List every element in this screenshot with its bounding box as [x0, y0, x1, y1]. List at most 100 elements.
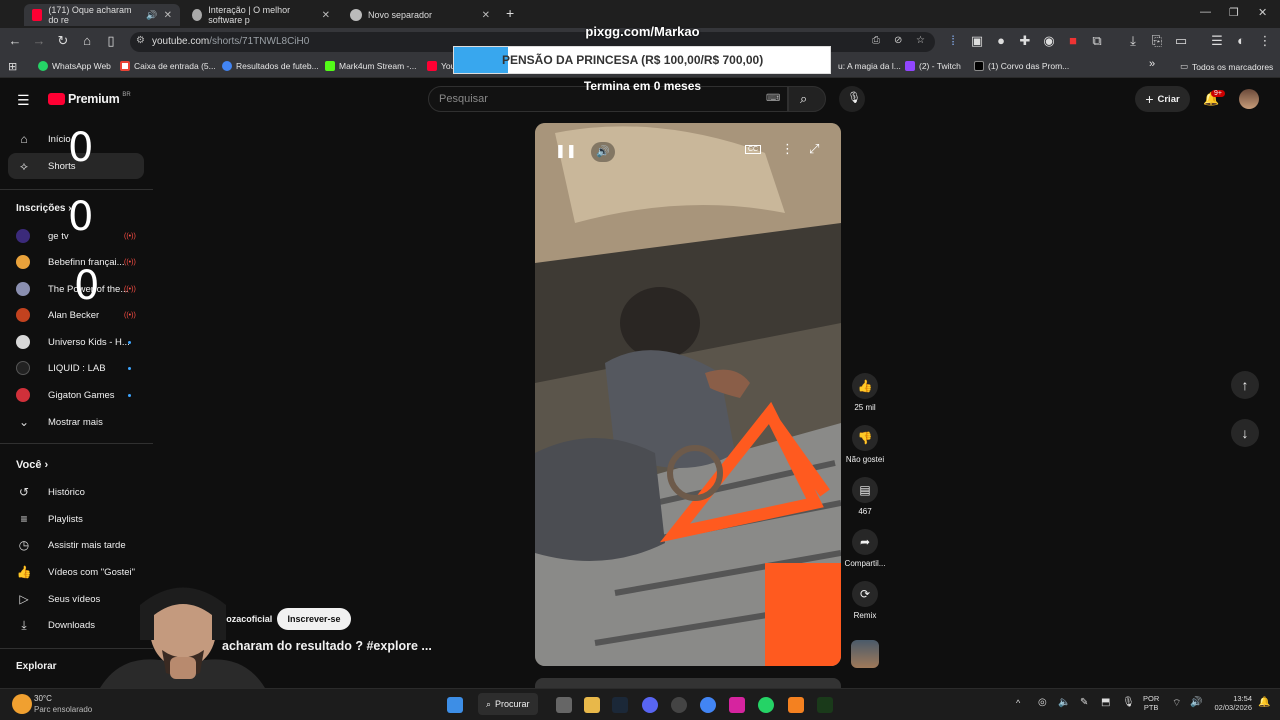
obs-icon[interactable]: [671, 697, 687, 713]
discord-tray-icon[interactable]: ◎: [1038, 697, 1047, 708]
remix-button[interactable]: ⟳ Remix: [844, 581, 886, 620]
captions-icon[interactable]: CC: [745, 145, 762, 154]
clock[interactable]: 13:54 02/03/2026: [1210, 694, 1252, 712]
speaker-icon[interactable]: 🔊: [146, 10, 157, 21]
account-avatar[interactable]: [1239, 89, 1259, 109]
youtube-premium-logo[interactable]: Premium BR: [48, 92, 131, 106]
shield-tray-icon[interactable]: ⬒: [1101, 697, 1110, 708]
you-heading[interactable]: Você ›: [16, 459, 48, 471]
translate-icon[interactable]: ⁞: [945, 33, 961, 49]
discord-icon[interactable]: [642, 697, 658, 713]
bookmark-twitch[interactable]: (2) - Twitch: [905, 61, 961, 71]
show-more-item[interactable]: ⌄ Mostrar mais: [16, 412, 103, 432]
subscription-item[interactable]: Universo Kids - H...: [16, 332, 131, 352]
home-icon[interactable]: ⌂: [79, 33, 95, 49]
sidebar-item-liked[interactable]: 👍 Vídeos com "Gostei": [16, 562, 136, 582]
all-bookmarks-folder[interactable]: ▭ Todos os marcadores: [1180, 61, 1273, 72]
comments-button[interactable]: ▤ 467: [844, 477, 886, 516]
subscription-item[interactable]: LIQUID : LAB: [16, 358, 131, 378]
wifi-icon[interactable]: ⌔: [1172, 697, 1181, 710]
apps-grid-icon[interactable]: ⊞: [8, 60, 17, 73]
bookmark-mark4um[interactable]: Mark4um Stream -...: [325, 61, 416, 71]
more-options-icon[interactable]: ⋮: [781, 141, 794, 157]
bookmark-resultados[interactable]: Resultados de futeb...: [222, 61, 319, 71]
sidebar-item-home[interactable]: ⌂ Início: [16, 129, 70, 149]
mic-tray-icon[interactable]: 🎙: [1122, 697, 1135, 708]
whatsapp-icon[interactable]: [758, 697, 774, 713]
bookmark-gmail[interactable]: Caixa de entrada (5...: [120, 61, 216, 71]
subscription-item[interactable]: The Power of the... ((•)): [16, 279, 136, 299]
close-window-button[interactable]: ✕: [1258, 6, 1267, 19]
side-panel-icon[interactable]: ▯: [103, 33, 119, 49]
bookmark-corvo[interactable]: (1) Corvo das Prom...: [974, 61, 1069, 71]
weather-icon[interactable]: [12, 694, 32, 714]
instagram-icon[interactable]: [729, 697, 745, 713]
download-icon[interactable]: ⤓: [1125, 33, 1141, 49]
volume-icon[interactable]: 🔊: [591, 142, 615, 162]
pause-icon[interactable]: ❚❚: [555, 143, 577, 159]
extension-icon[interactable]: ●: [993, 33, 1009, 49]
tab-youtube[interactable]: (171) Oque acharam do re 🔊 ✕: [24, 4, 180, 26]
new-tab-button[interactable]: +: [506, 5, 514, 21]
sidebar-item-downloads[interactable]: ⤓ Downloads: [16, 615, 95, 635]
subscriptions-heading[interactable]: Inscrições ›: [16, 203, 72, 214]
eye-off-icon[interactable]: ⊘: [894, 35, 902, 46]
terminal-icon[interactable]: [817, 697, 833, 713]
menu-dots-icon[interactable]: ⋮: [1257, 33, 1273, 49]
bookmark-star-icon[interactable]: ☆: [916, 35, 925, 46]
volume-tray-icon[interactable]: 🔊: [1190, 697, 1202, 708]
site-info-icon[interactable]: ⚙: [136, 35, 145, 46]
reading-list-icon[interactable]: ☰: [1209, 33, 1225, 49]
weather-temp[interactable]: 30°C: [34, 694, 52, 703]
sound-thumbnail[interactable]: [851, 640, 879, 668]
weather-desc[interactable]: Parc ensolarado: [34, 705, 92, 714]
create-button[interactable]: + Criar: [1135, 86, 1190, 112]
install-app-icon[interactable]: ⎙: [872, 35, 880, 46]
pen-tray-icon[interactable]: ✎: [1080, 697, 1088, 708]
extension-icon[interactable]: ■: [1065, 33, 1081, 49]
tray-expand-icon[interactable]: ^: [1016, 698, 1020, 708]
translate-page-icon[interactable]: ⎘: [1149, 33, 1165, 49]
extension-icon[interactable]: ▣: [969, 33, 985, 49]
share-button[interactable]: ➦ Compartil...: [844, 529, 886, 568]
cast-icon[interactable]: ▭: [1173, 33, 1189, 49]
hamburger-menu-icon[interactable]: ☰: [17, 92, 30, 109]
chrome-icon[interactable]: [700, 697, 716, 713]
forward-icon[interactable]: →: [31, 33, 47, 49]
taskbar-search[interactable]: ⌕ Procurar: [478, 693, 538, 715]
sidebar-item-your-videos[interactable]: ▷ Seus vídeos: [16, 589, 100, 609]
maximize-button[interactable]: ❐: [1229, 6, 1239, 19]
reload-icon[interactable]: ↻: [55, 33, 71, 49]
tab-new[interactable]: Novo separador ✕: [342, 4, 498, 26]
previous-short-button[interactable]: ↑: [1231, 371, 1259, 399]
bookmarks-overflow-icon[interactable]: »: [1149, 58, 1155, 70]
extensions-puzzle-icon[interactable]: ⧉: [1089, 33, 1105, 49]
subscribe-button[interactable]: Inscrever-se: [277, 608, 351, 630]
close-tab-icon[interactable]: ✕: [164, 10, 172, 21]
sidebar-item-playlists[interactable]: ≡ Playlists: [16, 509, 82, 529]
subscription-item[interactable]: Bebefinn françai... ((•)): [16, 252, 136, 272]
extension-icon[interactable]: ✚: [1017, 33, 1033, 49]
task-view-icon[interactable]: [556, 697, 572, 713]
sidebar-item-history[interactable]: ↺ Histórico: [16, 482, 85, 502]
search-button[interactable]: ⌕: [788, 86, 826, 112]
keyboard-icon[interactable]: ⌨: [766, 93, 780, 104]
bookmark-whatsapp[interactable]: WhatsApp Web: [38, 61, 111, 71]
notification-center-icon[interactable]: 🔔: [1258, 697, 1270, 708]
minimize-button[interactable]: —: [1200, 6, 1211, 18]
steam-icon[interactable]: [612, 697, 628, 713]
sidebar-item-shorts[interactable]: ⟡ Shorts: [16, 156, 75, 176]
voice-search-button[interactable]: 🎙: [839, 86, 865, 112]
bookmark-youtube[interactable]: You: [427, 61, 455, 71]
short-video-player[interactable]: ❚❚ 🔊 CC ⋮ ⤢: [535, 123, 841, 666]
next-short-button[interactable]: ↓: [1231, 419, 1259, 447]
speaker-tray-icon[interactable]: 🔈: [1058, 697, 1070, 708]
cloud-icon[interactable]: [788, 697, 804, 713]
back-icon[interactable]: ←: [7, 33, 23, 49]
profile-avatar-icon[interactable]: ◐: [1233, 33, 1249, 49]
windows-start-icon[interactable]: [447, 697, 463, 713]
extension-icon[interactable]: ◉: [1041, 33, 1057, 49]
tab-interacao[interactable]: Interação | O melhor software p ✕: [184, 4, 338, 26]
subscription-item[interactable]: Gigaton Games: [16, 385, 131, 405]
close-tab-icon[interactable]: ✕: [482, 10, 490, 21]
